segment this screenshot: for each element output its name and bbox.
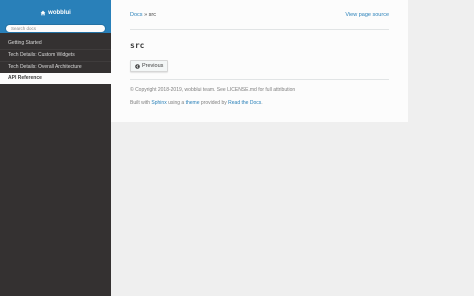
page-title: src: [130, 41, 145, 50]
breadcrumb-current: src: [148, 11, 156, 18]
sidebar-item-api-reference[interactable]: API Reference: [0, 73, 111, 84]
built-with-text: Built with Sphinx using a theme provided…: [130, 100, 389, 106]
built-prefix: Built with: [130, 99, 151, 106]
project-name: wobblui: [48, 10, 71, 16]
theme-link[interactable]: theme: [186, 100, 200, 106]
copyright-text: © Copyright 2018-2019, wobblui team. See…: [130, 86, 296, 93]
circle-arrow-left-icon: [135, 63, 140, 69]
home-icon: [40, 10, 46, 16]
read-the-docs-link[interactable]: Read the Docs: [228, 100, 261, 106]
using-a-text: using a: [168, 99, 185, 106]
provided-by-text: provided by: [200, 99, 227, 106]
footer-divider: [130, 78, 389, 80]
view-page-source-link[interactable]: View page source: [345, 12, 389, 18]
footer: © Copyright 2018-2019, wobblui team. See…: [130, 87, 389, 106]
breadcrumb-trail: Docs » src: [130, 12, 156, 18]
breadcrumb: Docs » src View page source: [130, 0, 389, 29]
sidebar-nav: Getting Started Tech Details: Custom Wid…: [0, 38, 111, 84]
sidebar-item-getting-started[interactable]: Getting Started: [0, 38, 111, 49]
divider: [130, 29, 389, 30]
sidebar-item-custom-widgets[interactable]: Tech Details: Custom Widgets: [0, 50, 111, 61]
footer-period: .: [261, 99, 263, 106]
project-home-link[interactable]: wobblui: [40, 9, 71, 18]
sidebar: wobblui Getting Started Tech Details: Cu…: [0, 0, 111, 296]
sphinx-link[interactable]: Sphinx: [151, 100, 166, 106]
previous-button-label: Previous: [142, 63, 164, 69]
search-input[interactable]: [5, 24, 106, 33]
sidebar-item-overall-architecture[interactable]: Tech Details: Overall Architecture: [0, 62, 111, 73]
breadcrumb-docs-link[interactable]: Docs: [130, 12, 143, 18]
sidebar-header: wobblui: [0, 0, 111, 33]
main-content: Docs » src View page source src Previous…: [111, 0, 408, 122]
previous-button[interactable]: Previous: [130, 60, 169, 72]
breadcrumb-separator: »: [144, 11, 148, 18]
